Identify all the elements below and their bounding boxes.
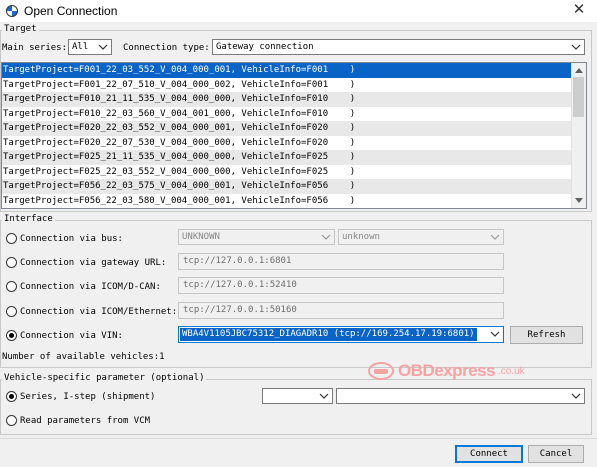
icom-ethernet-radio[interactable] xyxy=(6,306,17,317)
list-item[interactable]: TargetProject=F056_22_03_580_V_004_000_0… xyxy=(2,194,573,209)
icom-dcan-field[interactable]: tcp://127.0.0.1:52410 xyxy=(178,277,504,294)
main-series-label: Main series: xyxy=(2,43,68,53)
footer-divider xyxy=(0,438,597,439)
connection-type-value: Gateway connection xyxy=(216,42,314,52)
icom-dcan-value: tcp://127.0.0.1:52410 xyxy=(183,280,297,290)
refresh-button[interactable]: Refresh xyxy=(510,326,583,344)
window-title: Open Connection xyxy=(24,4,118,18)
icom-ethernet-field[interactable]: tcp://127.0.0.1:50160 xyxy=(178,302,504,319)
target-legend: Target xyxy=(2,24,39,34)
main-series-dropdown[interactable]: All xyxy=(68,39,112,55)
list-item[interactable]: TargetProject=F056_22_03_575_V_004_000_0… xyxy=(2,179,573,194)
list-scrollbar[interactable] xyxy=(571,63,586,208)
vin-radio[interactable] xyxy=(6,330,17,341)
car-logo-icon xyxy=(368,362,394,380)
list-item[interactable]: TargetProject=F010_21_11_535_V_004_000_0… xyxy=(2,92,573,107)
gateway-label: Connection via gateway URL: xyxy=(20,258,167,268)
chevron-down-icon xyxy=(98,44,108,50)
close-icon[interactable]: ✕ xyxy=(570,1,588,19)
bus-value-2: unknown xyxy=(342,232,380,242)
watermark-brand: OBDexpress xyxy=(398,361,496,380)
scroll-thumb[interactable] xyxy=(573,77,584,117)
icom-ethernet-value: tcp://127.0.0.1:50160 xyxy=(183,305,297,315)
series-radio[interactable] xyxy=(6,391,17,402)
list-item[interactable]: TargetProject=F020_22_03_552_V_004_000_0… xyxy=(2,121,573,136)
bus-dropdown-1[interactable]: UNKNOWN xyxy=(178,229,335,245)
connect-button[interactable]: Connect xyxy=(455,445,523,463)
icom-dcan-label: Connection via ICOM/D-CAN: xyxy=(20,282,161,292)
watermark-suffix: .co.uk xyxy=(498,366,525,377)
list-item[interactable]: TargetProject=F001_22_07_510_V_004_000_0… xyxy=(2,78,573,93)
chevron-down-icon xyxy=(319,393,329,399)
cancel-button[interactable]: Cancel xyxy=(528,445,584,463)
connection-type-label: Connection type: xyxy=(123,43,210,53)
vehicle-params-legend: Vehicle-specific parameter (optional) xyxy=(2,373,207,383)
bus-value-1: UNKNOWN xyxy=(182,232,220,242)
istep-dropdown[interactable] xyxy=(336,388,585,404)
vin-label: Connection via VIN: xyxy=(20,331,123,341)
list-item[interactable]: TargetProject=F025_22_03_552_V_004_000_0… xyxy=(2,165,573,180)
bmw-logo-icon xyxy=(6,5,18,17)
bus-label: Connection via bus: xyxy=(20,234,123,244)
vin-dropdown[interactable]: WBA4V1105JBC75312_DIAGADR10 (tcp://169.2… xyxy=(178,326,504,343)
list-item[interactable]: TargetProject=F010_22_03_560_V_004_001_0… xyxy=(2,107,573,122)
gateway-url-field[interactable]: tcp://127.0.0.1:6801 xyxy=(178,253,504,270)
vcm-radio[interactable] xyxy=(6,415,17,426)
list-item[interactable]: TargetProject=F025_21_11_535_V_004_000_0… xyxy=(2,150,573,165)
list-item[interactable]: TargetProject=F020_22_07_530_V_004_000_0… xyxy=(2,136,573,151)
scroll-up-icon[interactable] xyxy=(575,68,583,73)
gateway-url-value: tcp://127.0.0.1:6801 xyxy=(183,256,292,266)
available-vehicles-text: Number of available vehicles:1 xyxy=(2,352,165,362)
connection-type-dropdown[interactable]: Gateway connection xyxy=(212,39,585,55)
gateway-radio[interactable] xyxy=(6,257,17,268)
target-project-list[interactable]: TargetProject=F001_22_03_552_V_004_000_0… xyxy=(1,62,587,209)
chevron-down-icon xyxy=(490,331,500,337)
chevron-down-icon xyxy=(571,393,581,399)
vcm-label: Read parameters from VCM xyxy=(20,416,151,426)
bus-radio[interactable] xyxy=(6,233,17,244)
bus-dropdown-2[interactable]: unknown xyxy=(338,229,504,245)
icom-ethernet-label: Connection via ICOM/Ethernet: xyxy=(20,307,178,317)
chevron-down-icon xyxy=(490,234,500,240)
chevron-down-icon xyxy=(571,44,581,50)
series-dropdown[interactable] xyxy=(262,388,333,404)
vin-value: WBA4V1105JBC75312_DIAGADR10 (tcp://169.2… xyxy=(180,328,477,341)
list-item[interactable]: TargetProject=F001_22_03_552_V_004_000_0… xyxy=(2,63,573,78)
watermark: OBDexpress .co.uk xyxy=(368,360,548,384)
series-label: Series, I-step (shipment) xyxy=(20,392,156,402)
interface-legend: Interface xyxy=(2,214,55,224)
icom-dcan-radio[interactable] xyxy=(6,281,17,292)
scroll-down-icon[interactable] xyxy=(575,198,583,203)
chevron-down-icon xyxy=(321,234,331,240)
main-series-value: All xyxy=(72,42,89,52)
